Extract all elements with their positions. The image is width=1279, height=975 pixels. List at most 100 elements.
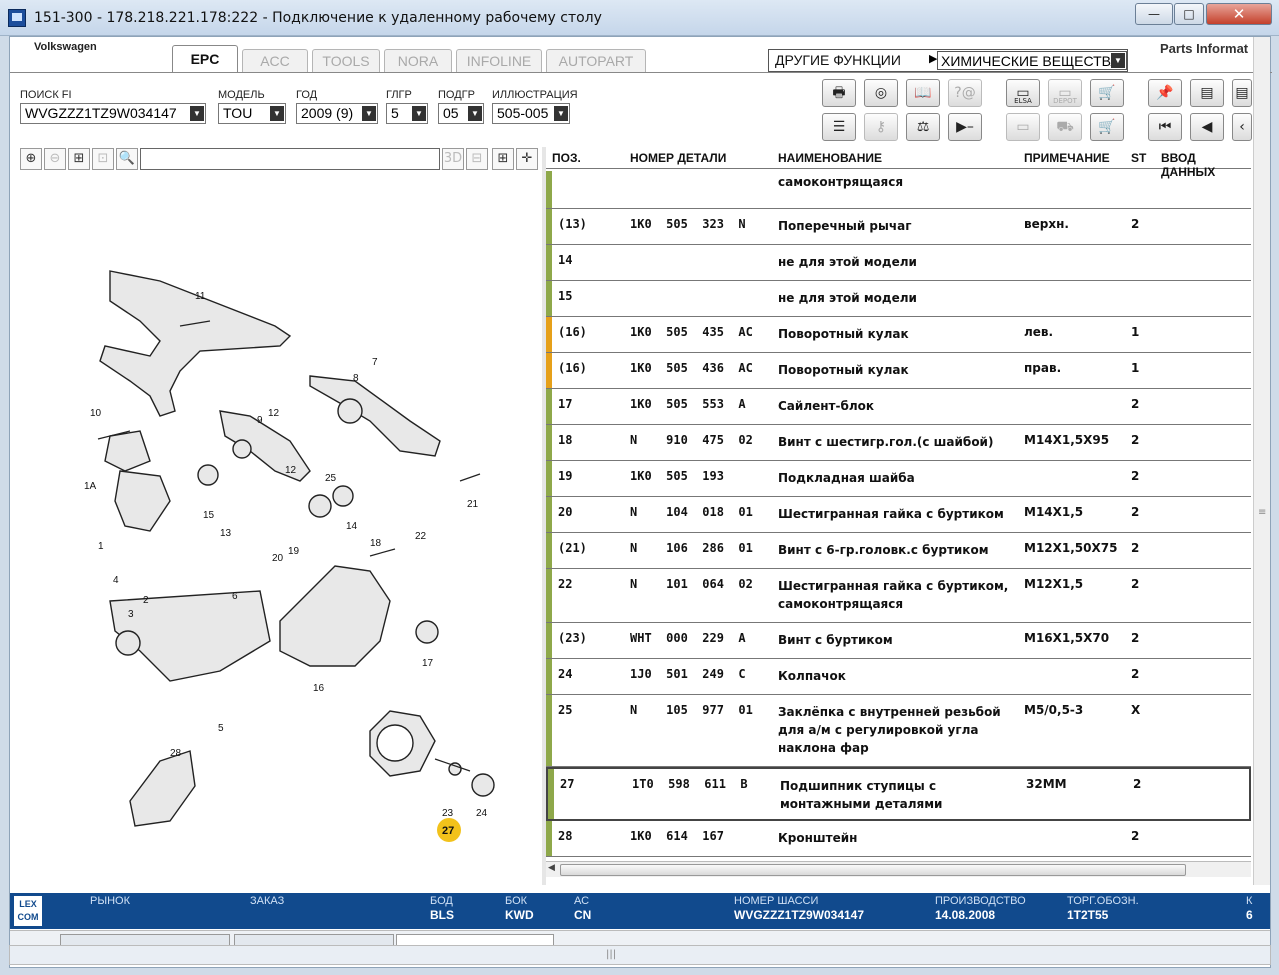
tab-acc[interactable]: ACC <box>242 49 308 73</box>
first-page-icon[interactable]: ⏮ <box>1148 113 1182 141</box>
vertical-scrollbar[interactable]: ≡ <box>1253 37 1270 885</box>
table-row[interactable]: 17 1K0 505 553 A Сайлент-блок 2 <box>546 389 1251 425</box>
play-dash-icon[interactable]: ▶– <box>948 113 982 141</box>
callout-19[interactable]: 19 <box>288 546 300 557</box>
chevron-down-icon[interactable]: ▼ <box>412 106 426 121</box>
callout-28[interactable]: 28 <box>170 748 182 759</box>
3d-icon[interactable]: 3D <box>442 148 464 170</box>
callout-16[interactable]: 16 <box>313 683 325 694</box>
scroll-grip-icon[interactable]: ||| <box>606 949 616 960</box>
year-select[interactable]: 2009 (9) ▼ <box>296 103 378 124</box>
chevron-down-icon[interactable]: ▼ <box>362 106 376 121</box>
table-row[interactable]: 20 N 104 018 01 Шестигранная гайка с бурт… <box>546 497 1251 533</box>
table-row-selected[interactable]: 27 1T0 598 611 B Подшипник ступицы с монт… <box>546 767 1251 821</box>
other-functions-label[interactable]: ДРУГИЕ ФУНКЦИИ <box>775 52 901 68</box>
callout-3[interactable]: 3 <box>128 609 134 620</box>
table-row[interactable]: самоконтрящаяся <box>546 171 1251 209</box>
callout-18[interactable]: 18 <box>370 538 382 549</box>
callout-17[interactable]: 17 <box>422 658 434 669</box>
search-fi-input[interactable]: WVGZZZ1TZ9W034147 ▼ <box>20 103 206 124</box>
callout-2[interactable]: 2 <box>143 595 149 606</box>
car-icon[interactable]: ⛟ <box>1048 113 1082 141</box>
maximize-button[interactable]: □ <box>1174 3 1204 25</box>
cart-add-icon[interactable]: 🛒 <box>1090 79 1124 107</box>
pin-icon[interactable]: 📌 <box>1148 79 1182 107</box>
table-row[interactable]: 22 N 101 064 02 Шестигранная гайка с бурт… <box>546 569 1251 623</box>
col-name[interactable]: НАИМЕНОВАНИЕ <box>778 151 882 165</box>
table-row[interactable]: (16) 1K0 505 435 AC Поворотный кулак лев. 1 <box>546 317 1251 353</box>
col-st[interactable]: ST <box>1131 151 1146 165</box>
table-row[interactable]: (21) N 106 286 01 Винт с 6-гр.головк.с бу… <box>546 533 1251 569</box>
callout-4[interactable]: 4 <box>113 575 119 586</box>
table-horizontal-scrollbar[interactable]: ◀ <box>546 861 1251 877</box>
model-select[interactable]: TOU ▼ <box>218 103 286 124</box>
split-icon[interactable]: ⊟ <box>466 148 488 170</box>
disc-icon[interactable]: ◎ <box>864 79 898 107</box>
col-pos[interactable]: ПОЗ. <box>552 151 581 165</box>
other-functions-select[interactable]: ХИМИЧЕСКИЕ ВЕЩЕСТВА ▼ <box>937 51 1127 70</box>
callout-22[interactable]: 22 <box>415 531 427 542</box>
parts-illustration[interactable]: 11 7 8 10 12 9 12 25 1A 15 13 14 21 22 1… <box>10 171 542 885</box>
chevron-down-icon[interactable]: ▼ <box>468 106 482 121</box>
list-icon[interactable]: ▤ <box>1232 79 1252 107</box>
callout-10[interactable]: 10 <box>90 408 102 419</box>
table-row[interactable]: 25 N 105 977 01 Заклёпка с внутренней рез… <box>546 695 1251 767</box>
zoom-out-icon[interactable]: ⊖ <box>44 148 66 170</box>
chevron-down-icon[interactable]: ▼ <box>1111 53 1125 68</box>
callout-1a[interactable]: 1A <box>84 481 97 492</box>
callout-15[interactable]: 15 <box>203 510 215 521</box>
callout-25[interactable]: 25 <box>325 473 337 484</box>
layout-icon[interactable]: ⊞ <box>492 148 514 170</box>
close-button[interactable]: ✕ <box>1206 3 1272 25</box>
elsa-button[interactable]: ▭ ELSA <box>1006 79 1040 107</box>
callout-23[interactable]: 23 <box>442 808 454 819</box>
zoom-fit-icon[interactable]: ⊡ <box>92 148 114 170</box>
resize-icon[interactable]: ✛ <box>516 148 538 170</box>
tab-epc[interactable]: EPC <box>172 45 238 73</box>
callout-24[interactable]: 24 <box>476 808 488 819</box>
depot-button[interactable]: ▭ DEPOT <box>1048 79 1082 107</box>
callout-20[interactable]: 20 <box>272 553 284 564</box>
tab-infoline[interactable]: INFOLINE <box>456 49 542 73</box>
minimize-button[interactable]: — <box>1135 3 1173 25</box>
prev-page-icon[interactable]: ◀ <box>1190 113 1224 141</box>
callout-9[interactable]: 9 <box>257 415 263 426</box>
scale-icon[interactable]: ⚖ <box>906 113 940 141</box>
table-row[interactable]: 14 не для этой модели <box>546 245 1251 281</box>
callout-11[interactable]: 11 <box>195 291 206 302</box>
table-row[interactable]: 24 1J0 501 249 C Колпачок 2 <box>546 659 1251 695</box>
col-part-number[interactable]: НОМЕР ДЕТАЛИ <box>630 151 726 165</box>
chevron-down-icon[interactable]: ▼ <box>554 106 568 121</box>
help-icon[interactable]: ?@ <box>948 79 982 107</box>
key-icon[interactable]: ⚷ <box>864 113 898 141</box>
scroll-thumb[interactable] <box>560 864 1186 876</box>
scroll-left-icon[interactable]: ◀ <box>548 863 555 873</box>
terminal-icon[interactable]: ▭ <box>1006 113 1040 141</box>
list-view-icon[interactable]: ☰ <box>822 113 856 141</box>
callout-21[interactable]: 21 <box>467 499 479 510</box>
callout-12[interactable]: 12 <box>268 408 280 419</box>
illustration-select[interactable]: 505-005 ▼ <box>492 103 570 124</box>
callout-1[interactable]: 1 <box>98 541 104 552</box>
bottom-scrollbar[interactable]: ||| <box>9 945 1271 965</box>
callout-5[interactable]: 5 <box>218 723 224 734</box>
scroll-grip-icon[interactable]: ≡ <box>1258 507 1266 518</box>
chevron-down-icon[interactable]: ▼ <box>270 106 284 121</box>
zoom-in-icon[interactable]: ⊕ <box>20 148 42 170</box>
callout-7[interactable]: 7 <box>372 357 378 368</box>
table-row[interactable]: (23) WHT 000 229 A Винт с буртиком M16X1,5… <box>546 623 1251 659</box>
tab-nora[interactable]: NORA <box>384 49 452 73</box>
callout-27[interactable]: 27 <box>442 825 454 837</box>
sg-select[interactable]: 05 ▼ <box>438 103 484 124</box>
tab-autopart[interactable]: AUTOPART <box>546 49 646 73</box>
table-row[interactable]: (16) 1K0 505 436 AC Поворотный кулак прав.… <box>546 353 1251 389</box>
callout-6[interactable]: 6 <box>232 591 238 602</box>
callout-14[interactable]: 14 <box>346 521 358 532</box>
tab-tools[interactable]: TOOLS <box>312 49 380 73</box>
callout-12b[interactable]: 12 <box>285 465 297 476</box>
illustration-search-input[interactable] <box>140 148 440 170</box>
pages-icon[interactable]: ▤ <box>1190 79 1224 107</box>
zoom-area-icon[interactable]: ⊞ <box>68 148 90 170</box>
table-row[interactable]: 19 1K0 505 193 Подкладная шайба 2 <box>546 461 1251 497</box>
search-icon[interactable]: 🔍 <box>116 148 138 170</box>
